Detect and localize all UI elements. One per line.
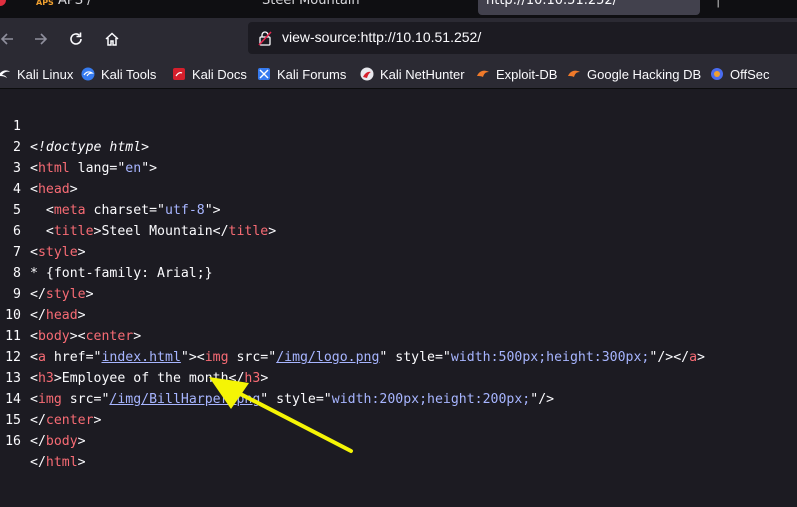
- kali-nethunter-icon: [360, 67, 374, 81]
- page-source-view: 1 <!doctype html> 2 <html lang="en"> 3 <…: [0, 95, 797, 470]
- source-line: 10 <body><center>: [5, 308, 142, 344]
- source-line: 4 <meta charset="utf-8">: [13, 182, 221, 218]
- url-text[interactable]: view-source:http://10.10.51.252/: [282, 29, 481, 45]
- bookmark-kali-docs[interactable]: Kali Docs: [172, 65, 247, 83]
- exploit-db-icon: [477, 70, 489, 77]
- source-line: 16 </html>: [5, 434, 86, 470]
- source-line: 12 <h3>Employee of the month</h3>: [5, 350, 269, 386]
- home-icon: [105, 32, 119, 46]
- tab-strip: APS APS / Steel Mountain http://10.10.51…: [0, 0, 797, 18]
- source-line: 3 <head>: [13, 161, 78, 197]
- tab-more[interactable]: |: [716, 0, 720, 11]
- source-line: 2 <html lang="en">: [13, 140, 158, 176]
- ghdb-icon: [568, 70, 580, 77]
- offsec-icon: [711, 68, 723, 80]
- url-bar[interactable]: view-source:http://10.10.51.252/: [248, 22, 797, 54]
- source-line: 7 * {font-family: Arial;}: [13, 245, 213, 281]
- tab-aps[interactable]: APS /: [58, 0, 92, 11]
- tab-steel-mountain[interactable]: Steel Mountain: [262, 0, 360, 11]
- reload-icon: [70, 32, 82, 45]
- source-line: 8 </style>: [13, 266, 94, 302]
- arrow-left-icon: [0, 33, 13, 45]
- kali-docs-icon: [173, 68, 185, 80]
- bookmarks-toolbar: Kali Linux Kali Tools Kali Docs Kali For…: [0, 60, 797, 89]
- kali-tools-icon: [81, 67, 95, 81]
- bookmark-kali-nethunter[interactable]: Kali NetHunter: [360, 65, 465, 83]
- source-line: 1 <!doctype html>: [13, 119, 150, 155]
- source-line: 9 </head>: [13, 287, 86, 323]
- source-line: 13 <img src="/img/BillHarper.png" style=…: [5, 371, 555, 407]
- insecure-lock-icon[interactable]: [258, 30, 272, 50]
- reload-button[interactable]: [63, 26, 89, 52]
- forward-button[interactable]: [28, 26, 54, 52]
- arrow-right-icon: [35, 33, 48, 45]
- tab-active[interactable]: http://10.10.51.252/: [478, 0, 700, 15]
- bookmark-exploit-db[interactable]: Exploit-DB: [476, 65, 557, 83]
- tab-favicon-icon: [0, 0, 6, 6]
- back-button[interactable]: [0, 26, 20, 52]
- bookmark-offsec[interactable]: OffSec: [710, 65, 770, 83]
- annotation-arrow-icon: [209, 377, 353, 453]
- source-line: 6 <style>: [13, 224, 86, 260]
- source-line: 15 </body>: [5, 413, 86, 449]
- kali-forums-icon: [258, 68, 270, 80]
- source-line: 14 </center>: [5, 392, 102, 428]
- home-button[interactable]: [99, 26, 125, 52]
- bookmark-kali-forums[interactable]: Kali Forums: [257, 65, 346, 83]
- source-line: 11 <a href="index.html"><img src="/img/l…: [5, 329, 705, 365]
- bookmark-kali-tools[interactable]: Kali Tools: [81, 65, 156, 83]
- bookmark-google-hacking-db[interactable]: Google Hacking DB: [567, 65, 701, 83]
- kali-dragon-icon: [0, 70, 10, 78]
- source-line: 5 <title>Steel Mountain</title>: [13, 203, 277, 239]
- bookmark-kali-linux[interactable]: Kali Linux: [0, 65, 73, 83]
- aps-favicon-icon: APS: [36, 0, 54, 7]
